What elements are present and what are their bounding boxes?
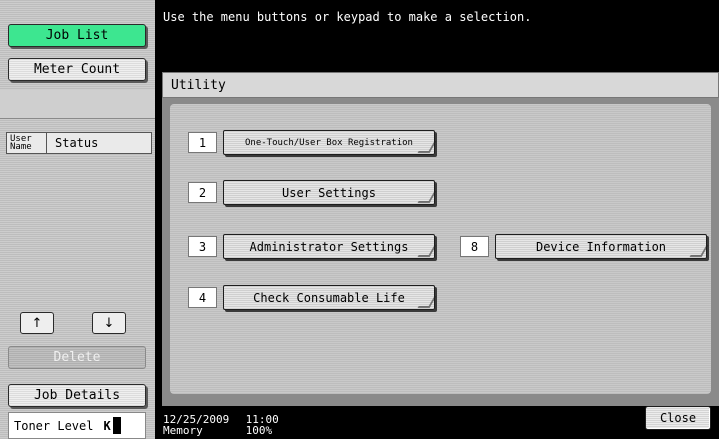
menu-item-2: 2 User Settings bbox=[188, 180, 435, 205]
menu-item-number: 1 bbox=[188, 132, 217, 153]
menu-item-3: 3 Administrator Settings bbox=[188, 234, 435, 259]
close-button[interactable]: Close bbox=[645, 406, 711, 430]
job-details-button[interactable]: Job Details bbox=[8, 384, 146, 407]
footer-memory-value: 100% bbox=[245, 424, 273, 437]
instruction-message: Use the menu buttons or keypad to make a… bbox=[163, 10, 532, 24]
toner-level-label: Toner Level bbox=[14, 418, 94, 433]
footer-status-text: 12/25/2009 11:00 Memory 100% bbox=[163, 414, 279, 436]
left-panel: Job List Meter Count User Name Status ↑ … bbox=[0, 0, 155, 439]
status-column-header: Status bbox=[55, 136, 99, 150]
page-title: Utility bbox=[162, 72, 719, 98]
toner-color-letter: K bbox=[103, 418, 111, 433]
scroll-down-button[interactable]: ↓ bbox=[92, 312, 126, 334]
left-panel-header bbox=[0, 90, 155, 119]
status-footer: 12/25/2009 11:00 Memory 100% Close bbox=[155, 406, 719, 439]
arrow-up-icon: ↑ bbox=[31, 315, 43, 331]
menu-item-4: 4 Check Consumable Life bbox=[188, 285, 435, 310]
menu-item-8: 8 Device Information bbox=[460, 234, 707, 259]
user-name-column-header: User Name bbox=[7, 133, 47, 153]
delete-button[interactable]: Delete bbox=[8, 346, 146, 369]
one-touch-user-box-registration-button[interactable]: One-Touch/User Box Registration bbox=[223, 130, 435, 155]
user-settings-button[interactable]: User Settings bbox=[223, 180, 435, 205]
menu-item-number: 4 bbox=[188, 287, 217, 308]
menu-item-number: 2 bbox=[188, 182, 217, 203]
arrow-down-icon: ↓ bbox=[103, 315, 115, 331]
utility-content: 1 One-Touch/User Box Registration 2 User… bbox=[162, 98, 719, 408]
toner-bar-icon bbox=[112, 417, 121, 434]
job-list-button[interactable]: Job List bbox=[8, 24, 146, 47]
menu-item-1: 1 One-Touch/User Box Registration bbox=[188, 130, 435, 155]
utility-menu: 1 One-Touch/User Box Registration 2 User… bbox=[170, 104, 711, 394]
administrator-settings-button[interactable]: Administrator Settings bbox=[223, 234, 435, 259]
footer-memory-label: Memory bbox=[163, 424, 203, 437]
check-consumable-life-button[interactable]: Check Consumable Life bbox=[223, 285, 435, 310]
menu-item-number: 8 bbox=[460, 236, 489, 257]
device-information-button[interactable]: Device Information bbox=[495, 234, 707, 259]
meter-count-button[interactable]: Meter Count bbox=[8, 58, 146, 81]
job-list-columns: User Name Status bbox=[6, 132, 152, 154]
toner-level-indicator: Toner Level K bbox=[8, 412, 146, 439]
menu-item-number: 3 bbox=[188, 236, 217, 257]
main-panel: Utility 1 One-Touch/User Box Registratio… bbox=[155, 60, 719, 408]
scroll-up-button[interactable]: ↑ bbox=[20, 312, 54, 334]
